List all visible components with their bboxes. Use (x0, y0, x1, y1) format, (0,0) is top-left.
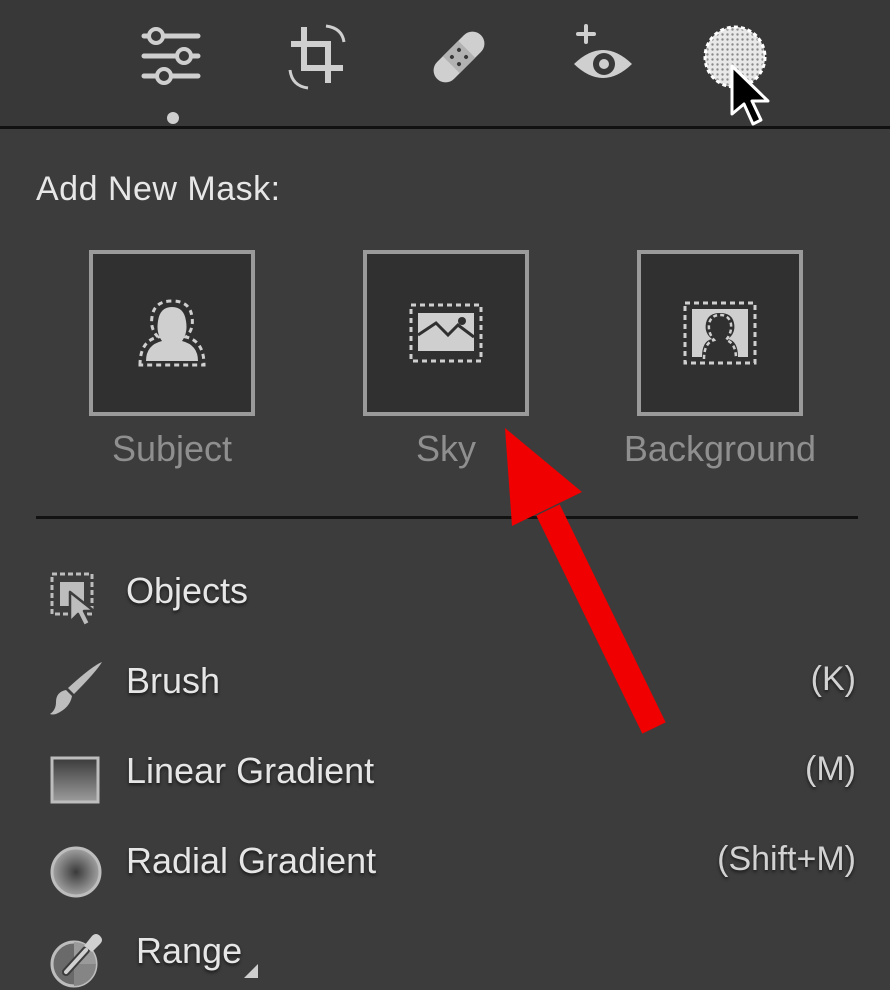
healing-bandage-icon[interactable] (424, 22, 494, 92)
edit-sliders-icon[interactable] (136, 22, 206, 92)
subject-label: Subject (111, 428, 233, 469)
objects-label: Objects (126, 570, 249, 611)
linear-gradient-label: Linear Gradient (126, 750, 375, 791)
radial-gradient-menu-item[interactable]: Radial Gradient (Shift+M) (0, 830, 890, 900)
range-label: Range (136, 930, 243, 971)
active-tool-indicator (167, 112, 179, 124)
linear-gradient-icon (50, 756, 100, 804)
background-person-icon (683, 301, 757, 365)
background-mask-button[interactable] (637, 250, 803, 416)
brush-shortcut: (K) (810, 660, 856, 698)
divider (36, 516, 858, 519)
red-eye-icon[interactable] (568, 22, 638, 92)
subject-mask-button[interactable] (89, 250, 255, 416)
range-eyedropper-icon (50, 934, 102, 988)
objects-select-icon (50, 572, 96, 628)
brush-menu-item[interactable]: Brush (K) (0, 650, 890, 720)
range-dropdown-caret-icon[interactable] (244, 964, 258, 978)
radial-gradient-label: Radial Gradient (126, 840, 377, 881)
tool-strip (0, 0, 890, 129)
linear-gradient-menu-item[interactable]: Linear Gradient (M) (0, 740, 890, 810)
radial-gradient-shortcut: (Shift+M) (717, 840, 856, 878)
range-menu-item[interactable]: Range (0, 920, 890, 990)
add-new-mask-title: Add New Mask: (36, 170, 281, 208)
sky-landscape-icon (409, 303, 483, 363)
sky-mask-button[interactable] (363, 250, 529, 416)
radial-gradient-icon (50, 846, 102, 898)
brush-icon (50, 662, 102, 715)
background-label: Background (623, 428, 817, 469)
subject-person-icon (138, 299, 206, 367)
linear-gradient-shortcut: (M) (805, 750, 856, 788)
brush-label: Brush (126, 660, 221, 701)
crop-icon[interactable] (282, 22, 352, 92)
mouse-pointer-icon (730, 64, 770, 126)
objects-menu-item[interactable]: Objects (0, 560, 890, 630)
sky-label: Sky (415, 428, 476, 469)
